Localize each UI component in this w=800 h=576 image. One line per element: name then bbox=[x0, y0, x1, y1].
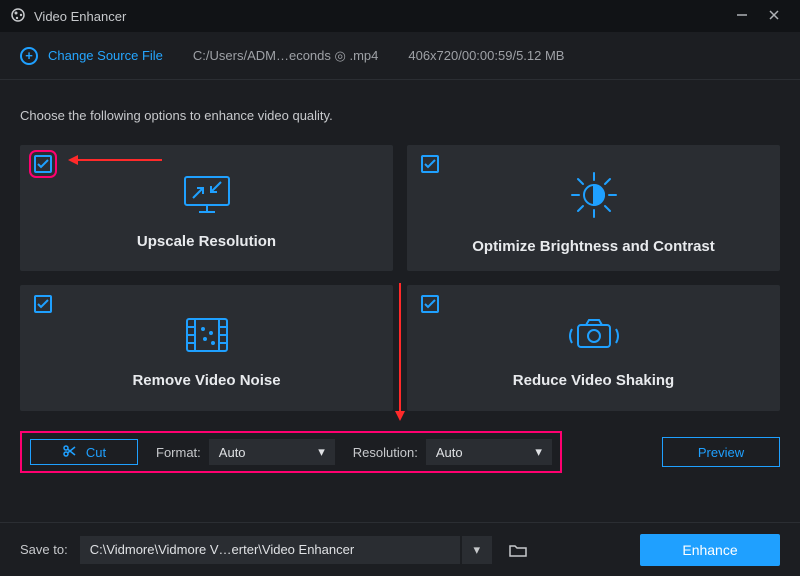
card-title: Reduce Video Shaking bbox=[513, 372, 674, 389]
app-icon bbox=[10, 7, 26, 26]
brightness-icon bbox=[568, 169, 620, 224]
instruction-text: Choose the following options to enhance … bbox=[20, 108, 780, 123]
chevron-down-icon: ▾ bbox=[318, 444, 325, 460]
card-upscale-resolution[interactable]: Upscale Resolution bbox=[20, 145, 393, 271]
chevron-down-icon: ▾ bbox=[473, 542, 480, 558]
save-path-dropdown[interactable]: ▾ bbox=[462, 536, 492, 564]
source-meta: 406x720/00:00:59/5.12 MB bbox=[408, 48, 564, 63]
format-value: Auto bbox=[219, 445, 246, 460]
format-select[interactable]: Auto ▾ bbox=[209, 439, 335, 465]
change-source-label: Change Source File bbox=[48, 48, 163, 63]
plus-circle-icon: + bbox=[20, 47, 38, 65]
video-enhancer-window: Video Enhancer + Change Source File C:/U… bbox=[0, 0, 800, 576]
save-path-field[interactable]: C:\Vidmore\Vidmore V…erter\Video Enhance… bbox=[80, 536, 460, 564]
resolution-value: Auto bbox=[436, 445, 463, 460]
format-label: Format: bbox=[156, 445, 201, 460]
resolution-label: Resolution: bbox=[353, 445, 418, 460]
close-button[interactable] bbox=[758, 8, 790, 25]
preview-button[interactable]: Preview bbox=[662, 437, 780, 467]
chevron-down-icon: ▾ bbox=[535, 444, 542, 460]
camera-shake-icon bbox=[566, 315, 622, 358]
cut-button[interactable]: Cut bbox=[30, 439, 138, 465]
annotation-arrow-horizontal bbox=[76, 159, 162, 161]
app-title: Video Enhancer bbox=[34, 9, 126, 24]
cut-label: Cut bbox=[86, 445, 106, 460]
film-noise-icon bbox=[183, 315, 231, 358]
open-folder-button[interactable] bbox=[504, 536, 532, 564]
scissors-icon bbox=[62, 444, 76, 461]
change-source-button[interactable]: + Change Source File bbox=[20, 47, 163, 65]
options-row: Cut Format: Auto ▾ Resolution: Auto ▾ bbox=[20, 431, 780, 473]
minimize-button[interactable] bbox=[726, 8, 758, 25]
footer: Save to: C:\Vidmore\Vidmore V…erter\Vide… bbox=[0, 522, 800, 576]
monitor-upscale-icon bbox=[181, 174, 233, 219]
save-to-label: Save to: bbox=[20, 542, 68, 557]
resolution-field: Resolution: Auto ▾ bbox=[353, 439, 552, 465]
save-path-value: C:\Vidmore\Vidmore V…erter\Video Enhance… bbox=[90, 542, 354, 557]
options-highlight-box: Cut Format: Auto ▾ Resolution: Auto ▾ bbox=[20, 431, 562, 473]
card-reduce-shaking[interactable]: Reduce Video Shaking bbox=[407, 285, 780, 411]
format-field: Format: Auto ▾ bbox=[156, 439, 335, 465]
card-title: Remove Video Noise bbox=[132, 372, 280, 389]
card-title: Optimize Brightness and Contrast bbox=[472, 238, 715, 255]
main-area: Choose the following options to enhance … bbox=[0, 80, 800, 522]
preview-label: Preview bbox=[698, 445, 744, 460]
card-brightness-contrast[interactable]: Optimize Brightness and Contrast bbox=[407, 145, 780, 271]
enhance-label: Enhance bbox=[682, 542, 737, 558]
titlebar: Video Enhancer bbox=[0, 0, 800, 32]
annotation-arrow-vertical bbox=[399, 283, 401, 413]
card-remove-noise[interactable]: Remove Video Noise bbox=[20, 285, 393, 411]
cards-grid: Upscale Resolution bbox=[20, 145, 780, 411]
card-title: Upscale Resolution bbox=[137, 233, 276, 250]
enhance-button[interactable]: Enhance bbox=[640, 534, 780, 566]
resolution-select[interactable]: Auto ▾ bbox=[426, 439, 552, 465]
source-path: C:/Users/ADM…econds ◎ .mp4 bbox=[193, 48, 378, 64]
source-row: + Change Source File C:/Users/ADM…econds… bbox=[0, 32, 800, 80]
